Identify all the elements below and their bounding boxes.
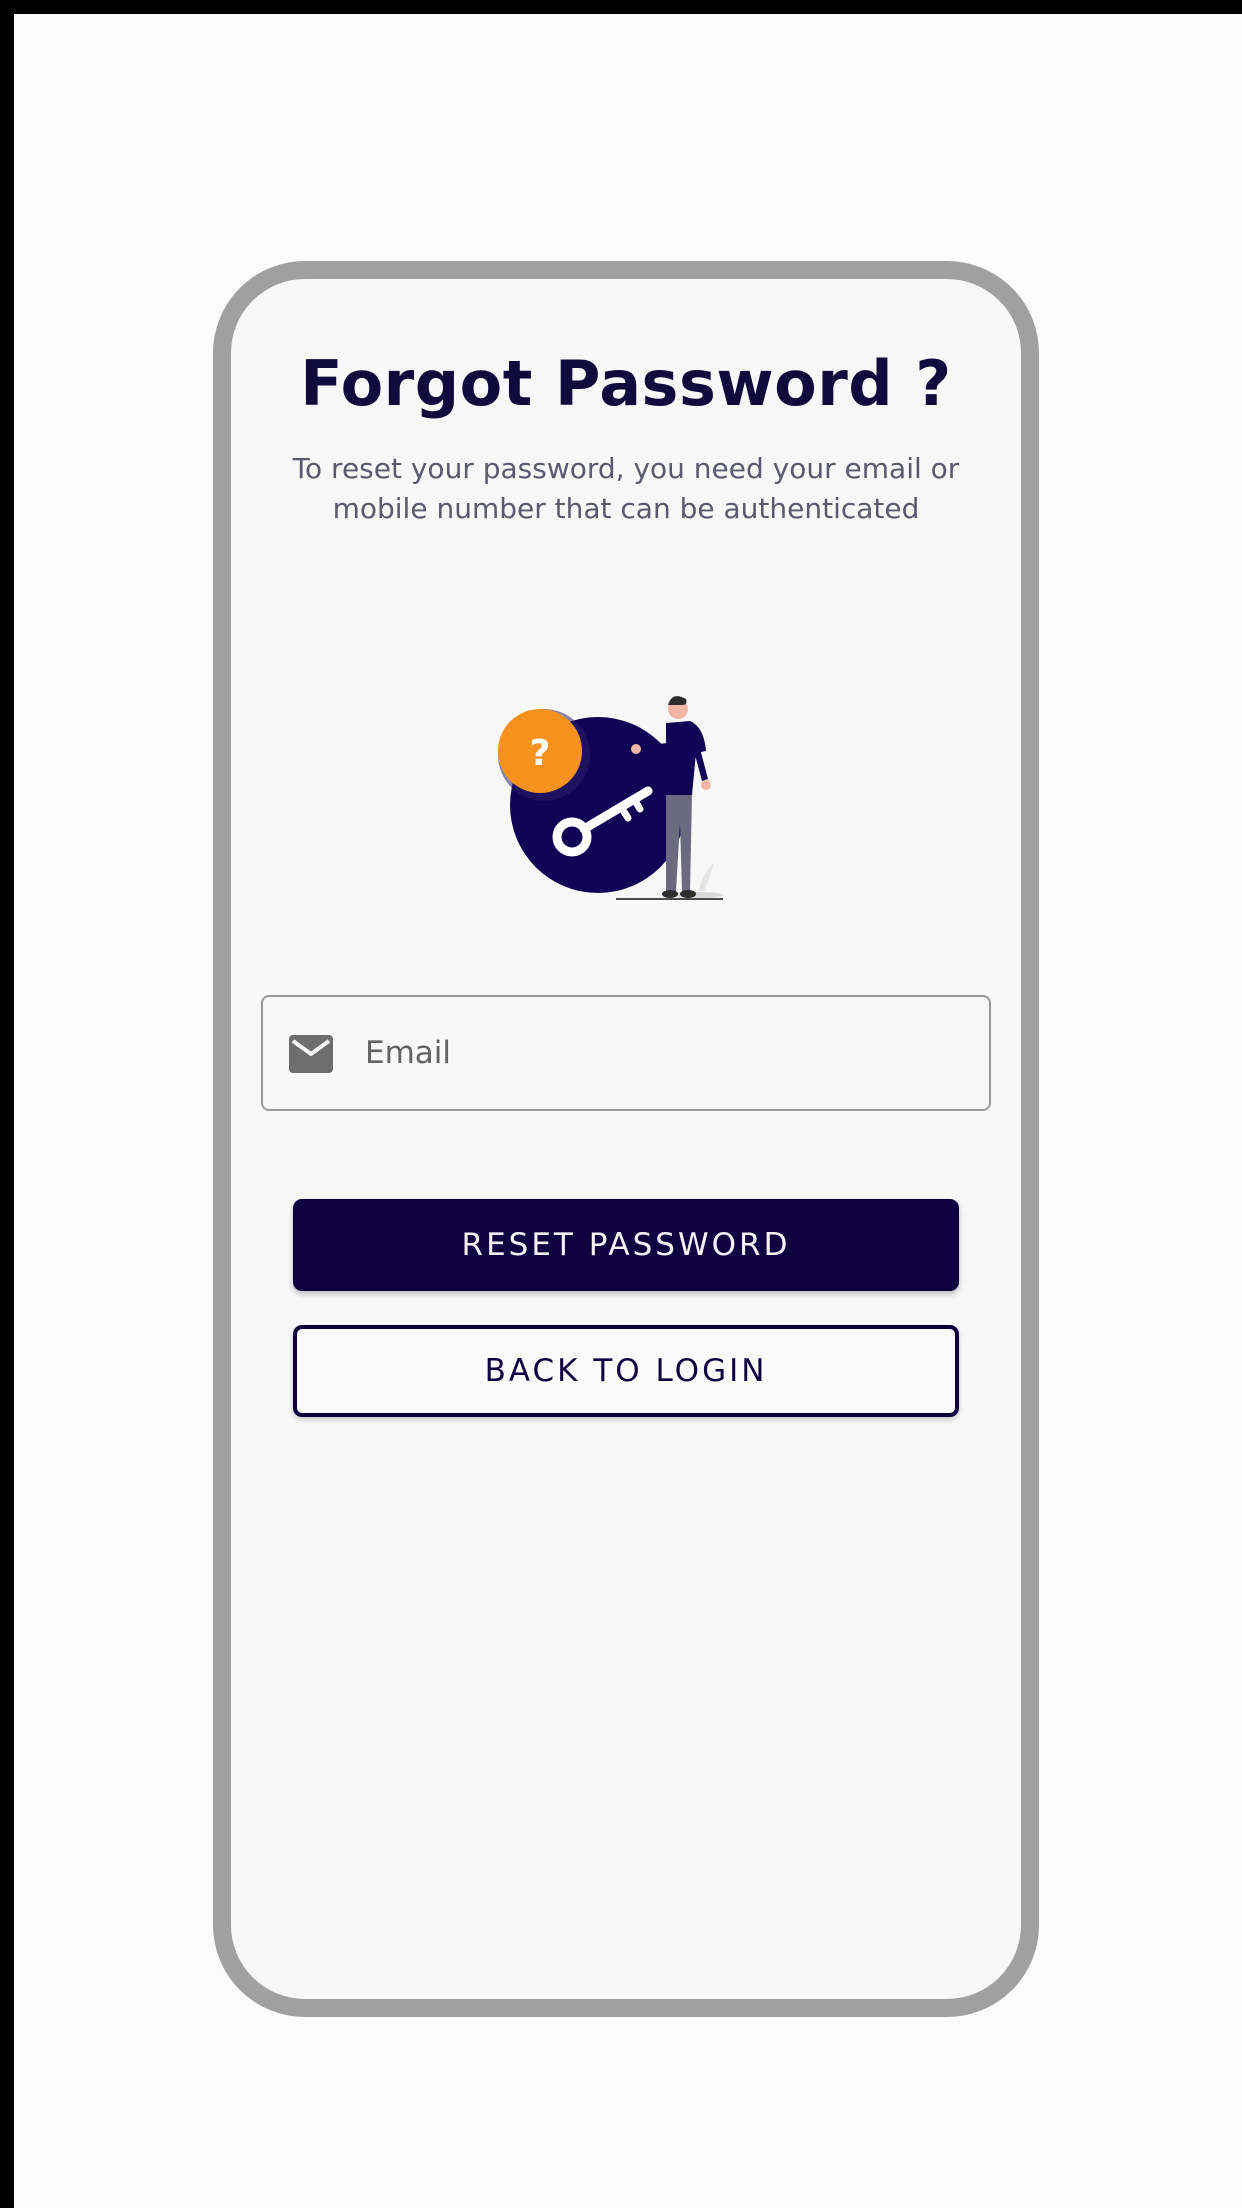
phone-frame: Forgot Password ? To reset your password… [213,261,1039,2017]
email-field[interactable] [261,995,991,1111]
email-input[interactable] [365,997,965,1109]
forgot-password-screen: Forgot Password ? To reset your password… [231,279,1021,1999]
reset-password-button[interactable]: RESET PASSWORD [293,1199,959,1291]
mail-icon [289,1035,333,1073]
page-background: Forgot Password ? To reset your password… [14,14,1242,2208]
illustration-graphic: ? [498,696,724,900]
page-subtitle: To reset your password, you need your em… [292,452,960,525]
back-to-login-button[interactable]: BACK TO LOGIN [293,1325,959,1417]
page-title: Forgot Password ? [300,347,952,420]
svg-text:?: ? [530,733,551,774]
forgot-password-illustration: ? [486,691,766,903]
question-badge-icon: ? [498,709,590,801]
